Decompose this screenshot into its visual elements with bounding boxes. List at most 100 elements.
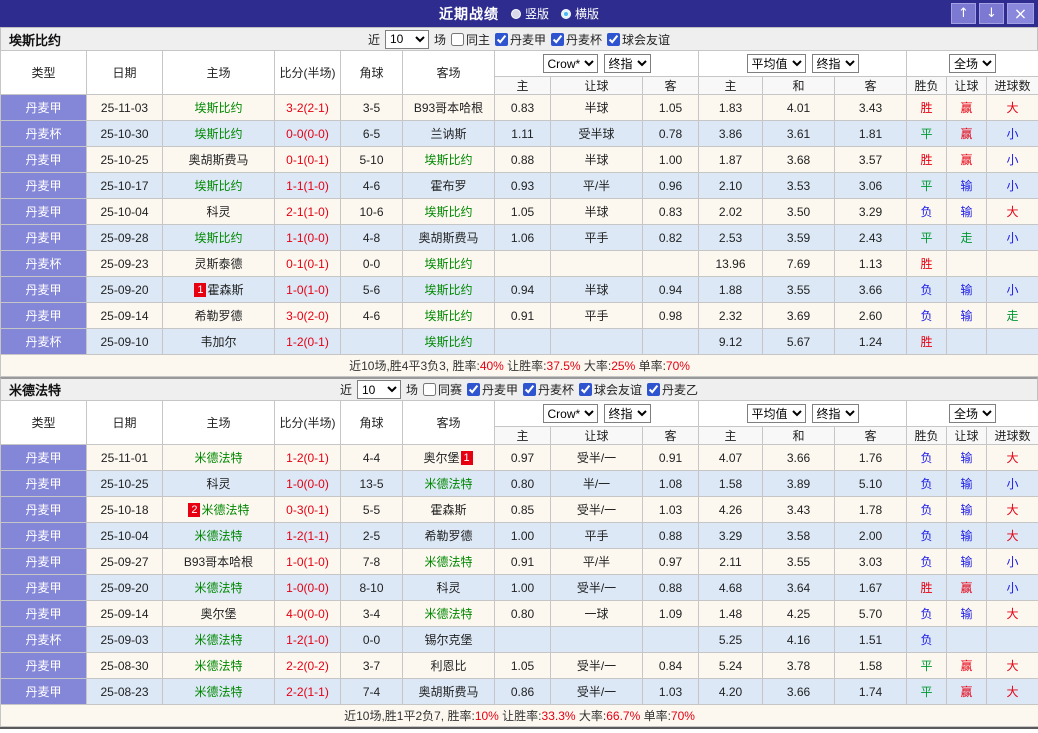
avg-draw-cell: 3.66 <box>762 678 835 705</box>
match-row: 丹麦甲 25-09-20 1 霍森斯 1-0(1-0) 5-6 埃斯比约 0.94 半球 0.94… <box>0 276 1038 303</box>
match-row: 丹麦杯 25-09-10 韦加尔 1-2(0-1) 埃斯比约 9.12 5.67 1.24 胜 <box>0 328 1038 355</box>
scope-select[interactable]: 全场 <box>949 404 997 423</box>
away-team-cell: 米德法特 <box>402 470 495 497</box>
avg-draw-cell: 3.64 <box>762 574 835 601</box>
avg-home-cell: 1.87 <box>698 146 763 173</box>
final-average-select[interactable]: 终指 <box>811 404 859 423</box>
checkbox-input[interactable] <box>495 32 508 46</box>
filter-checkbox-0[interactable]: 同赛 <box>422 381 462 398</box>
odds-away-cell: 0.91 <box>642 444 699 471</box>
close-button[interactable]: × <box>1007 3 1034 24</box>
average-select[interactable]: 平均值 <box>746 54 806 73</box>
filter-checkbox-3[interactable]: 球会友谊 <box>579 381 642 398</box>
odds-home-cell: 0.91 <box>494 302 551 329</box>
home-team-cell: 米德法特 <box>162 626 275 653</box>
sub-column-header: 让球 <box>946 76 988 95</box>
odds-selects: Crow* 终指 <box>496 54 697 73</box>
date-cell: 25-09-23 <box>86 250 163 277</box>
team-sections: 埃斯比约近 10 场同主 丹麦甲 丹麦杯 球会友谊 类型 日期 主场 比分(半场) 角球 客场 Crow… <box>0 27 1038 727</box>
sub-column-header: 主 <box>494 76 551 95</box>
result-handicap-cell: 赢 <box>946 574 988 601</box>
team-section-1: 米德法特近 10 场同赛 丹麦甲 丹麦杯 球会友谊 丹麦乙 类型 日期 主场 比分(半场) 角球 客场 C… <box>0 377 1038 727</box>
odds-handicap-cell: 一球 <box>550 600 643 627</box>
away-team-cell: 奥胡斯费马 <box>402 224 495 251</box>
avg-home-cell: 1.88 <box>698 276 763 303</box>
average-select[interactable]: 平均值 <box>746 404 806 423</box>
checkbox-input[interactable] <box>579 383 593 396</box>
date-cell: 25-09-10 <box>86 328 163 355</box>
filter-checkbox-1[interactable]: 丹麦甲 <box>466 381 518 398</box>
avg-away-cell: 5.70 <box>833 600 908 627</box>
checkbox-input[interactable] <box>551 32 565 46</box>
bookmaker-select[interactable]: Crow* <box>542 54 598 73</box>
radio-horizontal-label: 横版 <box>575 7 600 21</box>
away-team-cell: 米德法特 <box>402 600 495 627</box>
summary-part: 大率: <box>575 709 607 723</box>
away-team-cell: 锡尔克堡 <box>402 626 495 653</box>
final-average-select[interactable]: 终指 <box>811 54 859 73</box>
column-header: 比分(半场) <box>274 50 341 95</box>
avg-away-cell: 1.76 <box>833 444 908 471</box>
column-header: 类型 <box>0 400 87 445</box>
result-wl-cell: 平 <box>906 224 948 251</box>
away-team-cell: 霍布罗 <box>402 172 495 199</box>
match-row: 丹麦甲 25-10-17 埃斯比约 1-1(1-0) 4-6 霍布罗 0.93 平/半 0.96… <box>0 172 1038 199</box>
sub-column-header: 进球数 <box>986 76 1038 95</box>
result-goals-cell: 小 <box>986 548 1038 575</box>
odds-away-cell: 1.05 <box>642 94 699 121</box>
home-team-cell: B93哥本哈根 <box>162 548 275 575</box>
odds-away-cell: 0.96 <box>642 172 699 199</box>
final-odds-select[interactable]: 终指 <box>603 54 651 73</box>
close-icon: × <box>1013 3 1028 23</box>
titlebar-center: 近期战绩 竖版 横版 <box>0 4 1038 24</box>
match-row: 丹麦甲 25-09-27 B93哥本哈根 1-0(1-0) 7-8 米德法特 0.91 平/半… <box>0 548 1038 575</box>
move-up-button[interactable]: ↑ <box>951 3 976 24</box>
scope-select[interactable]: 全场 <box>949 54 997 73</box>
match-count-select[interactable]: 10 <box>356 380 401 399</box>
league-cell: 丹麦甲 <box>0 652 87 679</box>
team-text: 科灵 <box>206 477 231 491</box>
avg-away-cell: 1.58 <box>833 652 908 679</box>
checkbox-input[interactable] <box>450 32 464 46</box>
checkbox-input[interactable] <box>647 383 661 396</box>
checkbox-input[interactable] <box>422 383 436 396</box>
checkbox-input[interactable] <box>523 383 536 396</box>
odds-away-cell: 0.84 <box>642 652 699 679</box>
move-down-button[interactable]: ↓ <box>979 3 1004 24</box>
radio-horizontal-layout[interactable]: 横版 <box>561 5 599 22</box>
checkbox-input[interactable] <box>607 32 621 46</box>
result-handicap-cell: 赢 <box>946 120 988 147</box>
team-text: 米德法特 <box>201 503 250 517</box>
corners-cell: 4-4 <box>340 444 403 471</box>
odds-handicap-cell: 半球 <box>550 146 643 173</box>
final-odds-select[interactable]: 终指 <box>603 404 651 423</box>
filter-checkbox-1[interactable]: 丹麦甲 <box>495 31 546 48</box>
result-goals-cell: 大 <box>986 444 1038 471</box>
result-handicap-cell <box>946 250 988 277</box>
bookmaker-select[interactable]: Crow* <box>542 404 598 423</box>
home-team-cell: 韦加尔 <box>162 328 275 355</box>
filter-checkbox-2[interactable]: 丹麦杯 <box>551 31 602 48</box>
filter-checkbox-4[interactable]: 丹麦乙 <box>647 381 698 398</box>
filter-checkbox-3[interactable]: 球会友谊 <box>607 31 670 48</box>
result-goals-cell: 大 <box>986 522 1038 549</box>
result-handicap-cell: 输 <box>946 548 988 575</box>
filter-checkbox-0[interactable]: 同主 <box>450 31 490 48</box>
odds-home-cell: 0.80 <box>494 600 551 627</box>
corners-cell: 3-5 <box>340 94 403 121</box>
match-count-select[interactable]: 10 <box>384 29 429 49</box>
near-label: 近 <box>339 383 352 397</box>
team-text: 米德法特 <box>194 451 243 465</box>
team-text: 埃斯比约 <box>194 127 243 141</box>
league-cell: 丹麦杯 <box>0 250 87 277</box>
checkbox-input[interactable] <box>466 383 480 396</box>
odds-handicap-cell <box>550 328 643 355</box>
home-team-cell: 埃斯比约 <box>162 172 275 199</box>
result-handicap-cell: 赢 <box>946 652 988 679</box>
avg-draw-cell: 3.69 <box>762 302 835 329</box>
filter-checkbox-2[interactable]: 丹麦杯 <box>523 381 574 398</box>
score-cell: 1-2(1-1) <box>274 522 341 549</box>
odds-home-cell: 1.00 <box>494 574 551 601</box>
date-cell: 25-09-20 <box>86 276 163 303</box>
radio-vertical-layout[interactable]: 竖版 <box>510 5 549 22</box>
